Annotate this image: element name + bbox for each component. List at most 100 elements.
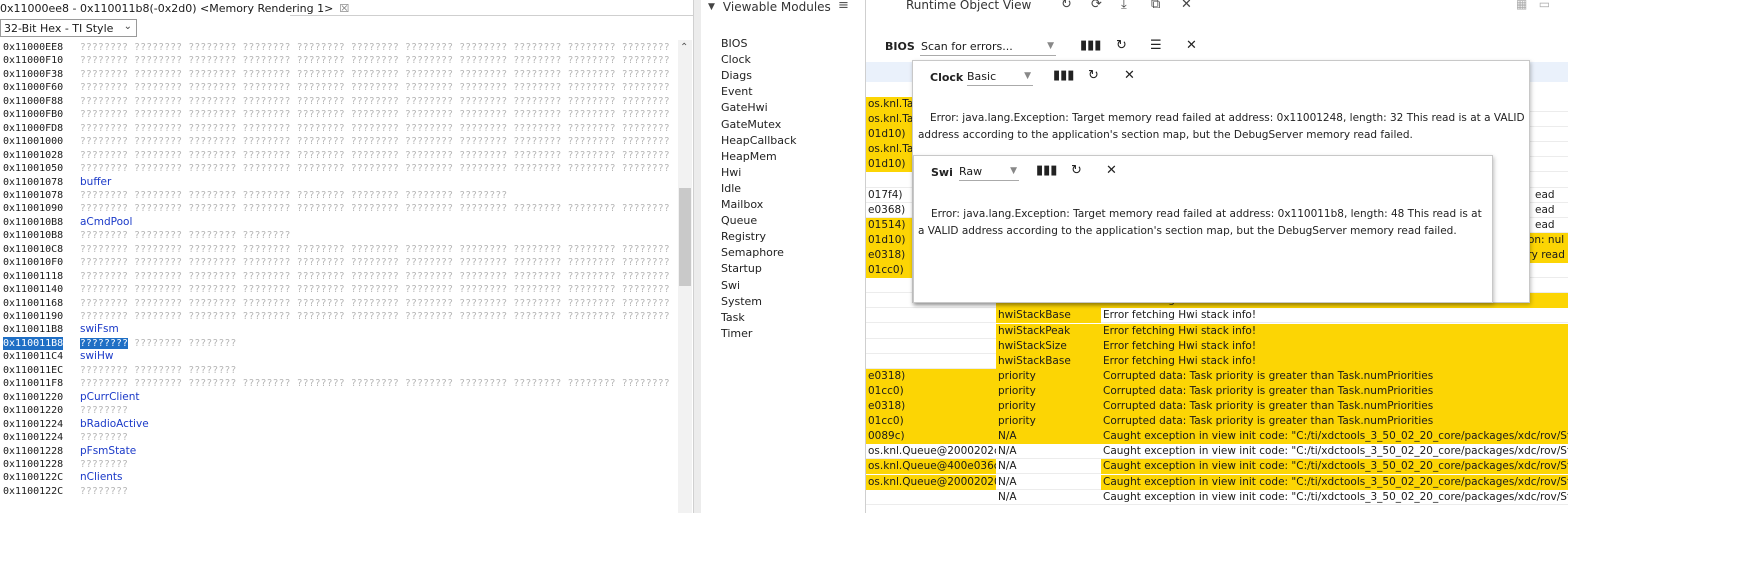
memory-values[interactable]: ???????? ???????? ???????? ???????? ????… (80, 68, 670, 81)
menu-icon[interactable]: ☰ (1150, 38, 1162, 53)
clone-icon[interactable]: ⧉ (1151, 0, 1160, 12)
module-item-task[interactable]: Task (721, 310, 745, 326)
memory-values[interactable]: ???????? ???????? ???????? ???????? ????… (80, 202, 670, 215)
rov-table-row[interactable]: hwiStackPeak Error fetching Hwi stack inf… (866, 323, 1568, 339)
rov-cell-message: Caught exception in view init code: "C:/… (1101, 429, 1568, 445)
collapse-caret-icon[interactable]: ▼ (708, 2, 715, 12)
memory-values-selected[interactable]: ???????? ???????? ???????? (80, 337, 237, 350)
memory-values[interactable]: ???????? ???????? ???????? ???????? ????… (80, 243, 670, 256)
memory-values[interactable]: ???????? (80, 431, 128, 444)
rov-cell-field: hwiStackBase (996, 353, 1101, 369)
clock-view-select[interactable]: Basic ▼ (967, 68, 1033, 86)
module-item-system[interactable]: System (721, 294, 762, 310)
memory-address: 0x110011EC (3, 364, 64, 376)
memory-address: 0x11001000 (3, 136, 64, 148)
columns-icon[interactable]: ▮▮▮ (1053, 68, 1074, 83)
memory-values[interactable]: ???????? (80, 485, 128, 498)
memory-values[interactable]: ???????? ???????? ???????? ???????? ????… (80, 135, 670, 148)
rov-table-row[interactable]: hwiStackBase Error fetching Hwi stack inf… (866, 308, 1568, 324)
memory-values[interactable]: ???????? ???????? ???????? ???????? ????… (80, 81, 670, 94)
swi-popup: Swi Raw ▼ ▮▮▮ ↻ ✕ Error: java.lang.Excep… (913, 155, 1493, 303)
rov-cell-object: os.knl.Queue@400e036c (866, 459, 996, 475)
refresh-icon[interactable]: ↻ (1061, 0, 1072, 12)
memory-values[interactable]: ???????? ???????? ???????? ???????? ????… (80, 270, 670, 283)
continuous-refresh-icon[interactable]: ⟳ (1091, 0, 1102, 12)
rov-table-row[interactable]: os.knl.Queue@20002020 N/A Caught exception… (866, 474, 1568, 490)
module-item-hwi[interactable]: Hwi (721, 165, 741, 181)
memory-values[interactable]: ???????? ???????? ???????? ???????? ????… (80, 54, 670, 67)
rov-table-row[interactable]: hwiStackSizeError fetching Hwi stack inf… (866, 338, 1568, 354)
close-icon[interactable]: ✕ (1181, 0, 1192, 12)
module-item-queue[interactable]: Queue (721, 213, 757, 229)
memory-address: 0x11000EE8 (3, 42, 64, 53)
rov-table-row[interactable]: 0089c) N/A Caught exception in view init c… (866, 429, 1568, 445)
rov-table-row[interactable]: e0318) priority Corrupted data: Task prior… (866, 368, 1568, 384)
rov-cell-field: N/A (996, 429, 1101, 445)
viewable-modules-title: Viewable Modules (722, 0, 831, 14)
module-item-diags[interactable]: Diags (721, 68, 752, 84)
rov-table-row[interactable]: 01cc0) priority Corrupted data: Task prior… (866, 414, 1568, 430)
refresh-icon[interactable]: ↻ (1116, 38, 1127, 53)
memory-values[interactable]: ???????? ???????? ???????? ???????? ????… (80, 41, 670, 54)
viewable-modules-header[interactable]: ▼ Viewable Modules (701, 0, 831, 14)
download-icon[interactable]: ⤓ (1121, 0, 1127, 12)
columns-icon[interactable]: ▮▮▮ (1080, 38, 1101, 53)
selected-memory-cell[interactable]: ???????? (80, 337, 129, 349)
module-item-startup[interactable]: Startup (721, 261, 762, 277)
rov-table-row[interactable]: e0318) priority Corrupted data: Task prior… (866, 399, 1568, 414)
refresh-icon[interactable]: ↻ (1071, 163, 1082, 178)
module-item-gatehwi[interactable]: GateHwi (721, 100, 768, 116)
module-item-event[interactable]: Event (721, 84, 753, 100)
close-icon[interactable]: ✕ (1106, 163, 1117, 178)
memory-scrollbar[interactable]: ⌃ (678, 40, 692, 513)
module-item-bios[interactable]: BIOS (721, 36, 747, 52)
rov-table-row[interactable]: N/A Caught exception in view init code: "… (866, 489, 1568, 505)
memory-values[interactable]: ???????? ???????? ???????? ???????? ????… (80, 95, 670, 108)
module-item-clock[interactable]: Clock (721, 52, 751, 68)
memory-values[interactable]: ???????? ???????? ???????? ???????? ????… (80, 189, 507, 202)
module-item-idle[interactable]: Idle (721, 181, 741, 197)
bios-view-select[interactable]: Scan for errors... ▼ (920, 38, 1056, 56)
memory-values[interactable]: ???????? ???????? ???????? ???????? ????… (80, 297, 670, 310)
layout-icon[interactable]: ▦ ▭ (1516, 0, 1550, 11)
memory-values[interactable]: ???????? ???????? ???????? ???????? ????… (80, 122, 670, 135)
memory-symbol-label: bRadioActive (80, 417, 149, 430)
memory-values[interactable]: ???????? ???????? ???????? ???????? ????… (80, 283, 670, 296)
rov-table-row[interactable]: os.knl.Queue@2000202c N/A Caught exception… (866, 444, 1568, 460)
memory-values[interactable]: ???????? ???????? ???????? ???????? (80, 229, 291, 242)
module-item-heapmem[interactable]: HeapMem (721, 149, 777, 165)
module-item-gatemutex[interactable]: GateMutex (721, 117, 781, 133)
memory-values[interactable]: ???????? ???????? ???????? ???????? ????… (80, 149, 670, 162)
memory-values[interactable]: ???????? ???????? ???????? ???????? ????… (80, 256, 670, 269)
memory-values[interactable]: ???????? ???????? ???????? ???????? ????… (80, 108, 670, 121)
filter-icon[interactable]: ≡ (838, 0, 849, 13)
memory-values[interactable]: ???????? (80, 458, 128, 471)
memory-values[interactable]: ???????? ???????? ???????? ???????? ????… (80, 310, 670, 323)
close-icon[interactable]: ✕ (1186, 38, 1197, 53)
memory-tab-close-icon[interactable]: ☒ (339, 2, 349, 15)
columns-icon[interactable]: ▮▮▮ (1036, 163, 1057, 178)
module-item-timer[interactable]: Timer (721, 326, 752, 342)
rov-table-row[interactable]: 01cc0) priority Corrupted data: Task prior… (866, 383, 1568, 399)
memory-values[interactable]: ???????? ???????? ???????? ???????? ????… (80, 162, 670, 175)
module-item-heapcallback[interactable]: HeapCallback (721, 133, 796, 149)
rov-cell-message: Corrupted data: Task priority is greater… (1101, 383, 1568, 399)
memory-values[interactable]: ???????? (80, 404, 128, 417)
memory-values[interactable]: ???????? ???????? ???????? ???????? ????… (80, 377, 670, 390)
memory-values[interactable]: ???????? ???????? ???????? (80, 364, 237, 377)
refresh-icon[interactable]: ↻ (1088, 68, 1099, 83)
rov-cell-message: Caught exception in view init code: "C:/… (1101, 459, 1568, 475)
rov-table-row[interactable]: os.knl.Queue@400e036c N/A Caught exception… (866, 459, 1568, 475)
swi-view-select[interactable]: Raw ▼ (959, 163, 1019, 181)
module-item-swi[interactable]: Swi (721, 278, 740, 294)
panel-divider[interactable] (694, 0, 701, 513)
module-item-registry[interactable]: Registry (721, 229, 766, 245)
module-item-mailbox[interactable]: Mailbox (721, 197, 763, 213)
module-item-semaphore[interactable]: Semaphore (721, 245, 784, 261)
memory-tab[interactable]: 0x11000ee8 - 0x110011b8(-0x2d0) <Memory … (0, 0, 349, 16)
scroll-up-icon[interactable]: ⌃ (680, 42, 688, 53)
close-icon[interactable]: ✕ (1124, 68, 1135, 83)
rov-table-row[interactable]: hwiStackBase Error fetching Hwi stack inf… (866, 353, 1568, 369)
scrollbar-thumb[interactable] (679, 188, 691, 286)
format-select[interactable]: 32-Bit Hex - TI Style ⌄ (0, 19, 137, 37)
